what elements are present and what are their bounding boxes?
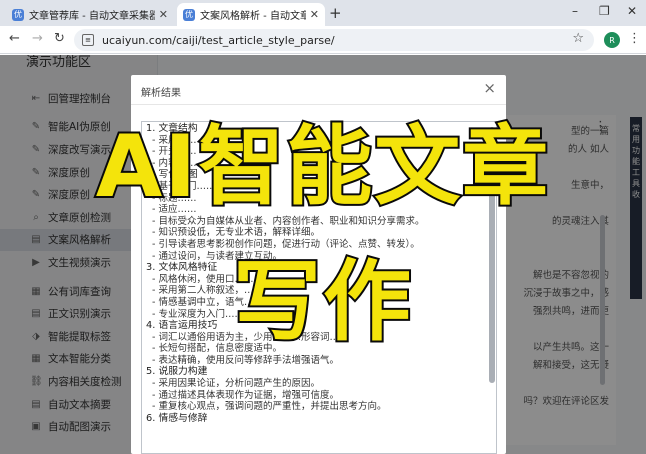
result-bullet: - 目标受众为自媒体从业者、内容创作者、职业和知识分享需求。 — [152, 215, 425, 227]
browser-tab-2[interactable]: 优 文案风格解析 - 自动文章采... ✕ — [177, 3, 325, 26]
result-bullet: - 通过描述具体表现作为证据，增强可信度。 — [152, 389, 339, 401]
result-section-heading: 6. 情感与修辞 — [146, 412, 208, 424]
profile-avatar[interactable]: R — [604, 32, 620, 48]
result-bullet: - 知识预设低，无专业术语，解释详细。 — [152, 227, 320, 239]
minimize-button[interactable]: – — [572, 4, 578, 18]
forward-icon[interactable]: → — [32, 31, 43, 46]
new-tab-button[interactable]: + — [329, 4, 342, 22]
close-tab-icon[interactable]: ✕ — [159, 8, 168, 21]
site-favicon-icon: 优 — [183, 8, 195, 21]
close-tab-icon[interactable]: ✕ — [310, 8, 319, 21]
close-icon[interactable]: × — [483, 79, 496, 97]
result-bullet: - 表达精确，使用反问等修辞手法增强语气。 — [152, 354, 339, 366]
reload-icon[interactable]: ↻ — [54, 31, 65, 46]
headline-line-2: 写作 — [231, 250, 413, 354]
headline-line-1: AI智能文章 — [94, 115, 551, 219]
result-section-heading: 5. 说服力构建 — [146, 366, 208, 378]
site-info-icon[interactable]: ≡ — [82, 34, 94, 46]
url-text: ucaiyun.com/caiji/test_article_style_par… — [102, 33, 335, 47]
close-window-button[interactable]: ✕ — [627, 4, 637, 18]
back-icon[interactable]: ← — [9, 31, 20, 46]
tab-label: 文案风格解析 - 自动文章采... — [200, 11, 306, 22]
site-favicon-icon: 优 — [12, 8, 24, 21]
bookmark-star-icon[interactable]: ☆ — [572, 31, 584, 46]
divider — [131, 104, 506, 105]
maximize-button[interactable]: ❐ — [599, 4, 610, 18]
browser-tab-1[interactable]: 优 文章管荐库 - 自动文章采集器 - 优... ✕ — [6, 3, 174, 26]
address-bar: ← → ↻ ≡ ucaiyun.com/caiji/test_article_s… — [0, 26, 646, 54]
result-bullet: - 重复核心观点，强调问题的严重性，并提出思考方向。 — [152, 401, 387, 413]
result-bullet: - 引导读者思考影视创作问题，促进行动（评论、点赞、转发）。 — [152, 238, 420, 250]
browser-menu-icon[interactable]: ⋮ — [628, 31, 641, 46]
dialog-title: 解析结果 — [141, 88, 181, 99]
result-bullet: - 采用因果论证，分析问题产生的原因。 — [152, 378, 320, 390]
url-input[interactable]: ≡ ucaiyun.com/caiji/test_article_style_p… — [74, 29, 594, 51]
tab-label: 文章管荐库 - 自动文章采集器 - 优... — [29, 11, 155, 22]
tab-bar: 优 文章管荐库 - 自动文章采集器 - 优... ✕ 优 文案风格解析 - 自动… — [0, 0, 646, 26]
